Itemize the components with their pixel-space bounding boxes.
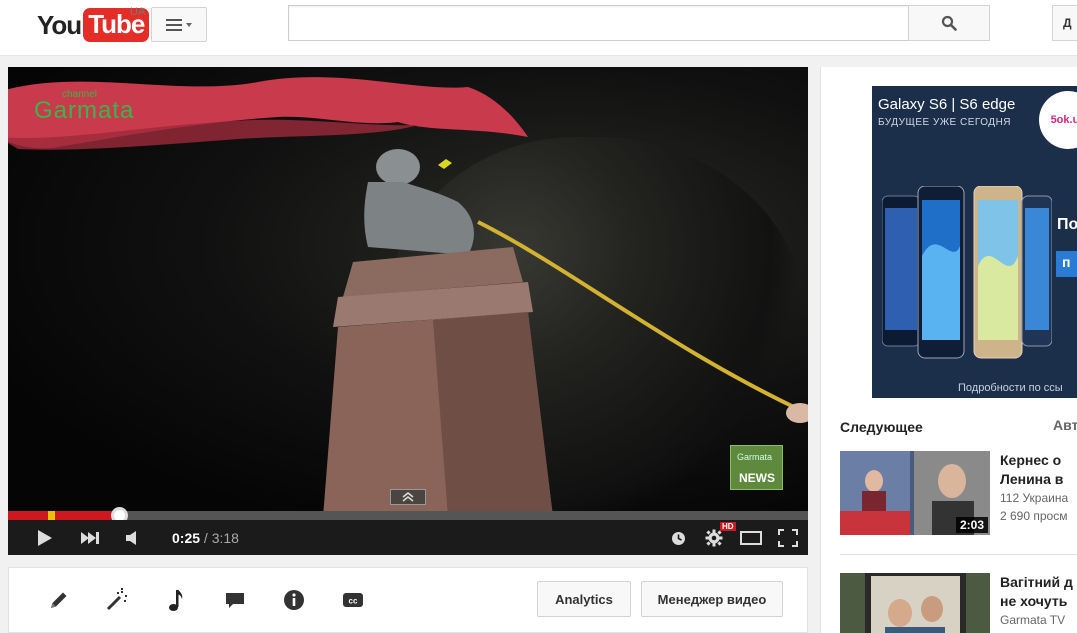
fullscreen-button[interactable] — [776, 526, 800, 550]
masthead: You Tube UA Д — [0, 0, 1077, 56]
video-thumbnail[interactable]: 2:03 — [840, 451, 990, 535]
watch-later-button[interactable] — [668, 526, 688, 550]
search-icon — [941, 15, 957, 31]
video-title-line: Ленина в — [1000, 471, 1064, 487]
ad-side-badge: п — [1056, 251, 1077, 277]
player-controls: 0:25 / 3:18 HD — [8, 520, 808, 555]
garmata-watermark-logo: channel Garmata — [34, 89, 144, 131]
video-channel[interactable]: Garmata TV — [1000, 613, 1065, 627]
progress-bar[interactable] — [8, 507, 808, 524]
music-note-icon[interactable] — [161, 586, 189, 614]
up-next-label: Следующее — [840, 419, 923, 435]
ad-title: Galaxy S6 | S6 edge — [878, 96, 1016, 113]
video-player[interactable]: channel Garmata Garmata NEWS 0:25 / 3:18… — [8, 67, 808, 555]
thumbnail-image — [840, 573, 990, 633]
volume-icon — [126, 531, 136, 545]
svg-text:cc: cc — [349, 597, 358, 606]
search-input[interactable] — [288, 5, 909, 41]
next-button[interactable] — [78, 526, 102, 550]
duration: 3:18 — [211, 530, 239, 546]
video-title-line: не хочуть — [1000, 593, 1068, 609]
youtube-logo[interactable]: You Tube UA — [37, 6, 150, 42]
fullscreen-icon — [778, 529, 798, 547]
progress-ad-marker — [48, 511, 55, 520]
play-icon — [38, 530, 52, 546]
time-separator: / — [200, 530, 212, 546]
video-duration: 2:03 — [955, 517, 988, 533]
guide-menu-button[interactable] — [151, 7, 207, 42]
ad-phones-image — [882, 186, 1052, 359]
video-views: 2 690 просм — [1000, 509, 1068, 523]
divider — [840, 554, 1077, 555]
video-channel[interactable]: 112 Украина — [1000, 491, 1068, 505]
autoplay-toggle-label[interactable]: Авто — [1053, 417, 1077, 433]
time-display: 0:25 / 3:18 — [172, 530, 239, 546]
hd-badge: HD — [720, 522, 736, 531]
recommended-video[interactable]: Вагітний д не хочуть Garmata TV — [840, 573, 1077, 633]
logo-you-text: You — [37, 9, 82, 40]
sidebar-ad[interactable]: Galaxy S6 | S6 edge БУДУЩЕЕ УЖЕ СЕГОДНЯ … — [872, 86, 1077, 398]
cc-icon[interactable]: cc — [339, 586, 367, 614]
progress-played — [8, 511, 120, 520]
theater-mode-icon — [740, 531, 762, 545]
chevron-down-icon — [186, 22, 192, 27]
chevron-up-double-icon — [402, 492, 414, 502]
ad-tagline: БУДУЩЕЕ УЖЕ СЕГОДНЯ — [878, 117, 1012, 128]
garmata-news-badge: Garmata NEWS — [730, 445, 783, 490]
recommended-video[interactable]: 2:03 Кернес о Ленина в 112 Украина 2 690… — [840, 451, 1077, 541]
video-manager-button[interactable]: Менеджер видео — [641, 581, 783, 617]
ad-brand-logo: 5ok.ua — [1039, 91, 1077, 149]
video-title-line: Вагітний д — [1000, 574, 1073, 590]
volume-button[interactable] — [122, 526, 142, 550]
edit-pencil-icon[interactable] — [45, 586, 73, 614]
ad-footer: Подробности по ссы — [958, 382, 1063, 394]
info-icon[interactable] — [280, 586, 308, 614]
watermark-name-text: Garmata — [34, 97, 135, 124]
video-thumbnail[interactable] — [840, 573, 990, 633]
video-pedestal — [323, 247, 553, 511]
next-icon — [81, 532, 99, 544]
magic-wand-icon[interactable] — [103, 586, 131, 614]
logo-region: UA — [130, 6, 146, 18]
analytics-button[interactable]: Analytics — [537, 581, 631, 617]
theater-mode-button[interactable] — [739, 526, 763, 550]
video-frame[interactable]: channel Garmata Garmata NEWS — [8, 67, 808, 511]
creator-action-bar: cc Analytics Менеджер видео — [8, 567, 808, 633]
annotations-icon[interactable] — [221, 586, 249, 614]
search-button[interactable] — [908, 5, 990, 41]
video-title[interactable]: Вагітний д не хочуть — [1000, 573, 1077, 611]
gear-icon — [705, 529, 723, 547]
video-title[interactable]: Кернес о Ленина в — [1000, 451, 1077, 489]
current-time: 0:25 — [172, 530, 201, 546]
play-button[interactable] — [32, 526, 56, 550]
video-title-line: Кернес о — [1000, 452, 1062, 468]
video-expand-button[interactable] — [390, 489, 426, 505]
clock-icon — [671, 531, 685, 545]
news-badge-logo: Garmata — [737, 452, 773, 462]
ad-side-text: По — [1057, 216, 1077, 233]
hamburger-icon — [166, 18, 182, 31]
watch-sidebar: Galaxy S6 | S6 edge БУДУЩЕЕ УЖЕ СЕГОДНЯ … — [820, 67, 1077, 633]
upload-button[interactable]: Д — [1052, 5, 1077, 41]
news-badge-label: NEWS — [739, 471, 775, 485]
